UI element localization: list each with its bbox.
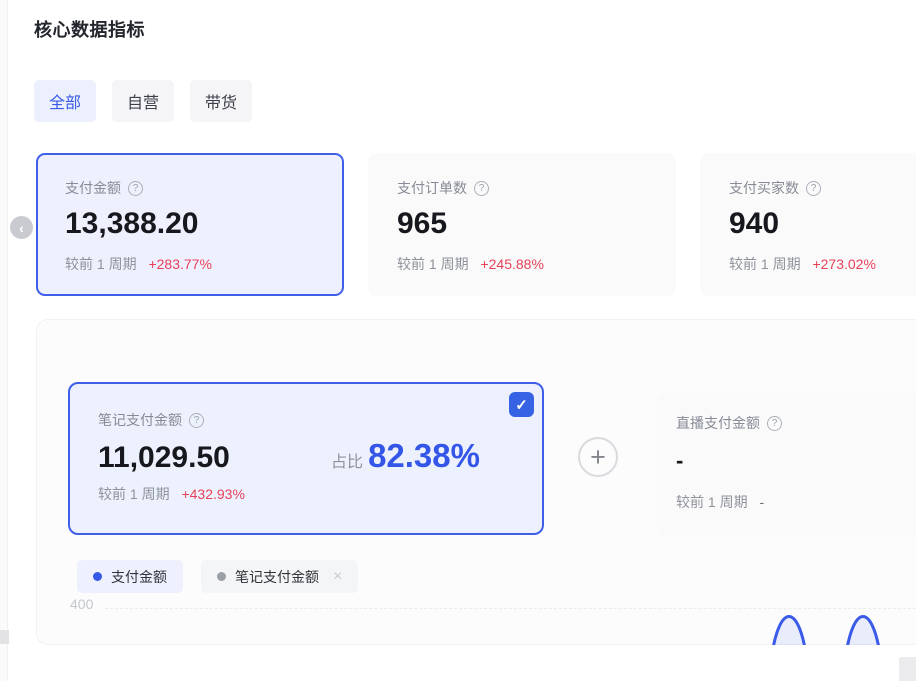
change-value: +283.77% [148,256,211,272]
plus-icon: + [590,444,606,471]
metric-card-payment-buyers[interactable]: 支付买家数 ? 940 较前 1 周期 +273.02% [700,153,916,296]
metric-value: 11,029.50 [98,441,230,475]
legend-dot-gray [217,572,226,581]
metric-label: 直播支付金额 [676,413,760,433]
compare-label: 较前 1 周期 [397,256,469,272]
change-value: +432.93% [181,486,244,502]
check-icon: ✓ [515,396,528,414]
tab-all-label: 全部 [49,89,81,113]
metric-label-row: 支付订单数 ? [397,178,647,198]
metric-value: - [676,448,916,474]
tab-self-operated[interactable]: 自营 [112,80,174,122]
legend-item-note-payment-amount[interactable]: 笔记支付金额 × [201,560,358,593]
compare-label: 较前 1 周期 [729,256,801,272]
breakdown-panel: ✓ 笔记支付金额 ? 11,029.50 占比 82.38% 较前 1 周期 +… [36,319,916,645]
tab-self-operated-label: 自营 [127,89,159,113]
compare-label: 较前 1 周期 [676,494,748,510]
metric-compare-row: 较前 1 周期 +245.88% [397,254,647,274]
compare-label: 较前 1 周期 [98,486,170,502]
tab-affiliate[interactable]: 带货 [190,80,252,122]
legend-label: 笔记支付金额 [235,567,319,587]
scope-tabs: 全部 自营 带货 [34,80,252,122]
help-icon[interactable]: ? [474,181,489,196]
metric-compare-row: 较前 1 周期 +273.02% [729,254,916,274]
chart-legend: 支付金额 笔记支付金额 × [77,560,358,593]
change-value: +245.88% [480,256,543,272]
checkbox-checked-icon[interactable]: ✓ [509,392,534,417]
metric-card-payment-orders[interactable]: 支付订单数 ? 965 较前 1 周期 +245.88% [368,153,676,296]
change-value: +273.02% [812,256,875,272]
tab-affiliate-label: 带货 [205,89,237,113]
share-label: 占比 [331,448,363,472]
metric-value: 965 [397,207,647,241]
page-title: 核心数据指标 [34,16,145,42]
metric-label-row: 笔记支付金额 ? [98,410,514,430]
carousel-prev-button[interactable]: ‹ [10,216,33,239]
share-value: 82.38% [368,437,480,475]
metric-card-payment-amount[interactable]: 支付金额 ? 13,388.20 较前 1 周期 +283.77% [36,153,344,296]
tab-all[interactable]: 全部 [34,80,96,122]
add-metric-button[interactable]: + [578,437,618,477]
metric-label: 支付订单数 [397,178,467,198]
help-icon[interactable]: ? [806,181,821,196]
metric-label: 支付买家数 [729,178,799,198]
help-icon[interactable]: ? [767,416,782,431]
metric-value: 940 [729,207,916,241]
metric-label: 笔记支付金额 [98,410,182,430]
legend-item-payment-amount[interactable]: 支付金额 [77,560,183,593]
metric-compare-row: 较前 1 周期 +432.93% [98,484,514,504]
compare-label: 较前 1 周期 [65,256,137,272]
metric-cards-row: 支付金额 ? 13,388.20 较前 1 周期 +283.77% 支付订单数 … [36,153,916,296]
metric-label-row: 支付买家数 ? [729,178,916,198]
close-icon[interactable]: × [333,568,342,586]
help-icon[interactable]: ? [189,413,204,428]
page-left-gutter [0,0,8,681]
line-chart-peaks[interactable] [749,612,916,645]
share-group: 占比 82.38% [331,437,480,475]
metric-compare-row: 较前 1 周期 +283.77% [65,254,315,274]
metric-compare-row: 较前 1 周期 - [676,492,916,512]
note-value-row: 11,029.50 占比 82.38% [98,437,514,475]
metric-label: 支付金额 [65,178,121,198]
metric-label-row: 直播支付金额 ? [676,413,916,433]
metric-label-row: 支付金额 ? [65,178,315,198]
floating-widget-fragment[interactable] [899,657,916,681]
metric-card-note-payment[interactable]: ✓ 笔记支付金额 ? 11,029.50 占比 82.38% 较前 1 周期 +… [68,382,544,535]
scrollbar-fragment[interactable] [0,630,9,644]
legend-dot-blue [93,572,102,581]
metric-card-live-payment[interactable]: 直播支付金额 ? - 较前 1 周期 - [656,392,916,537]
y-axis-tick-400: 400 [70,596,93,612]
chart-gridline [105,608,916,609]
chevron-left-icon: ‹ [19,220,24,236]
change-value: - [759,494,764,510]
metric-value: 13,388.20 [65,207,315,241]
help-icon[interactable]: ? [128,181,143,196]
legend-label: 支付金额 [111,567,167,587]
